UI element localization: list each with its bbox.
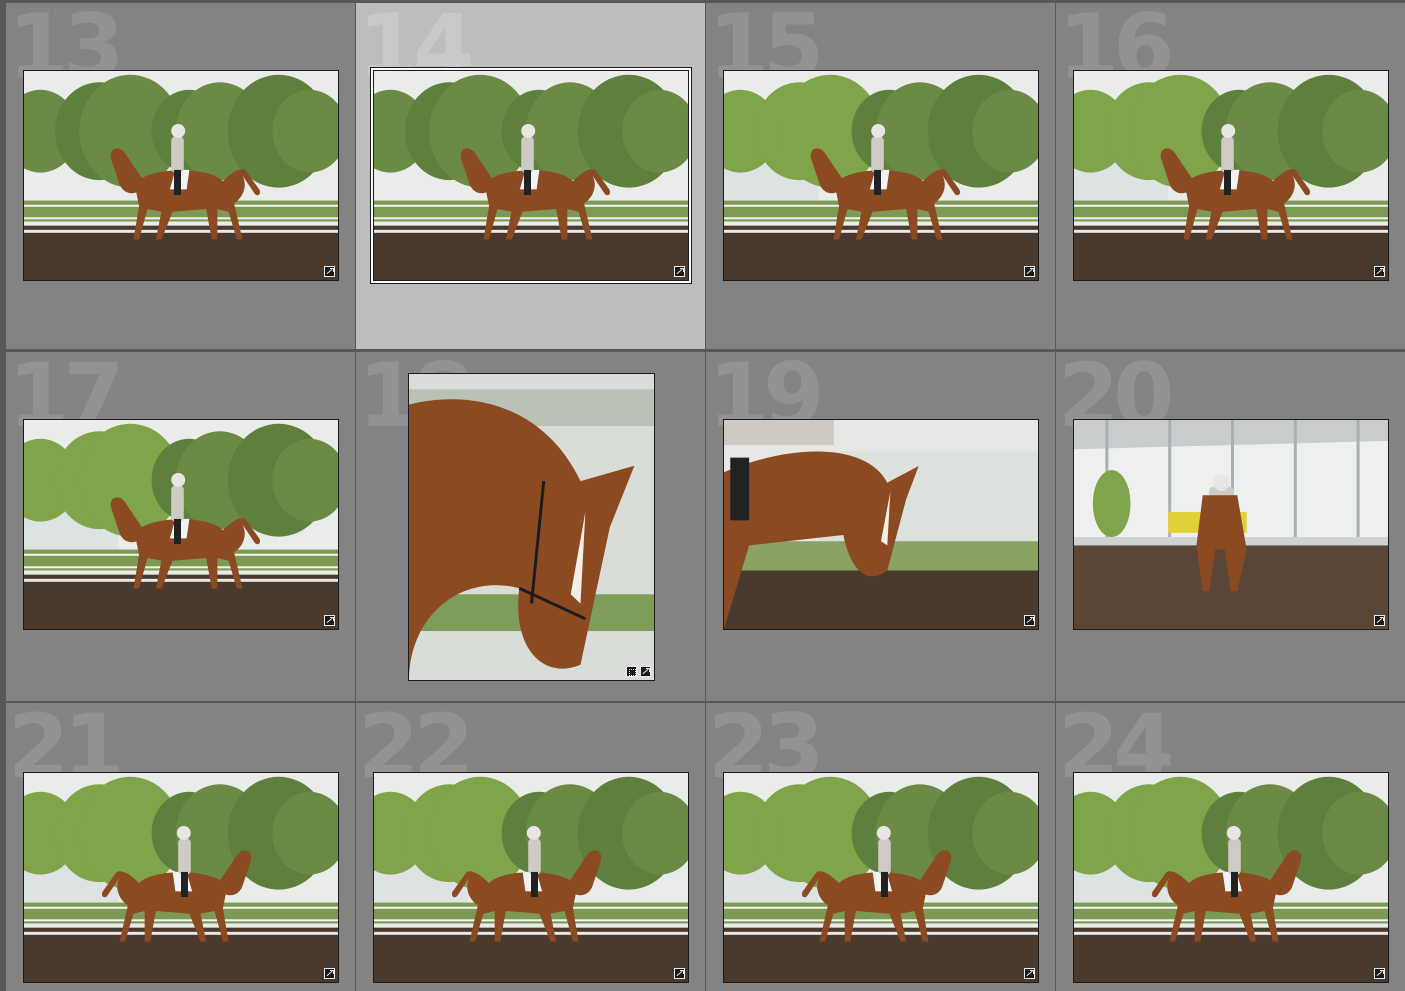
photo-thumbnail[interactable] [723,419,1039,630]
grid-cell-19[interactable]: 19 [706,352,1055,701]
grid-cell-17[interactable]: 17 [6,352,355,701]
photo-thumbnail[interactable] [23,772,339,983]
grid-cell-20[interactable]: 20 [1056,352,1405,701]
grid-cell-23[interactable]: 23 [706,703,1055,991]
develop-settings-icon[interactable] [1374,968,1385,979]
photo-thumbnail[interactable] [23,70,339,281]
develop-settings-icon[interactable] [1024,968,1035,979]
develop-settings-icon[interactable] [640,666,651,677]
photo-thumbnail[interactable] [1073,772,1389,983]
photo-thumbnail[interactable] [723,772,1039,983]
photo-thumbnail[interactable] [1073,70,1389,281]
develop-settings-icon[interactable] [324,266,335,277]
grid-cell-21[interactable]: 21 [6,703,355,991]
develop-settings-icon[interactable] [1374,266,1385,277]
develop-settings-icon[interactable] [324,968,335,979]
grid-cell-14[interactable]: 14 [356,3,705,349]
photo-thumbnail[interactable] [408,373,655,681]
grid-cell-13[interactable]: 13 [6,3,355,349]
develop-settings-icon[interactable] [1024,266,1035,277]
crop-icon[interactable] [626,666,637,677]
photo-thumbnail[interactable] [373,772,689,983]
photo-thumbnail[interactable] [1073,419,1389,630]
grid-cell-15[interactable]: 15 [706,3,1055,349]
grid-cell-18[interactable]: 18 [356,352,705,701]
develop-settings-icon[interactable] [1374,615,1385,626]
photo-thumbnail[interactable] [723,70,1039,281]
develop-settings-icon[interactable] [1024,615,1035,626]
grid-cell-22[interactable]: 22 [356,703,705,991]
filmstrip-grid: 13 14 15 16 17 181920 21 22 [0,0,1405,991]
photo-thumbnail[interactable] [23,419,339,630]
grid-cell-24[interactable]: 24 [1056,703,1405,991]
develop-settings-icon[interactable] [324,615,335,626]
develop-settings-icon[interactable] [674,968,685,979]
develop-settings-icon[interactable] [674,266,685,277]
grid-cell-16[interactable]: 16 [1056,3,1405,349]
photo-thumbnail[interactable] [373,70,689,281]
